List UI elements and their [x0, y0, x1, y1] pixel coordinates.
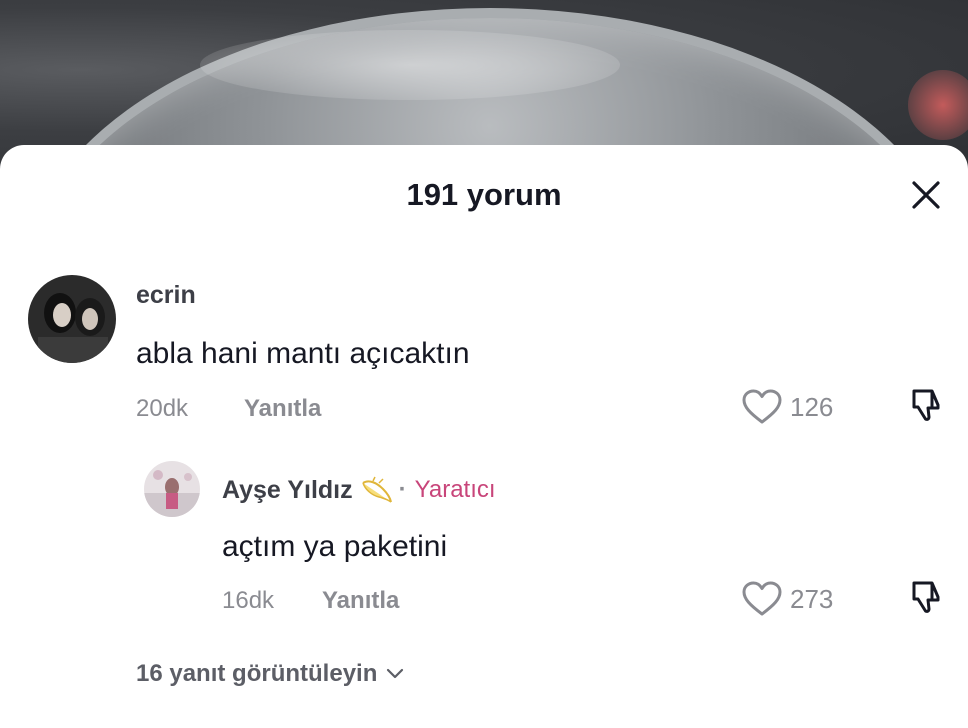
reply-timestamp: 16dk: [222, 587, 275, 614]
dislike-icon: [912, 389, 940, 421]
view-replies-label: 16 yanıt görüntüleyin: [136, 660, 378, 687]
dislike-icon: [912, 581, 940, 613]
reply-button[interactable]: Yanıtla: [322, 587, 399, 615]
separator-dot: ·: [398, 476, 407, 503]
dislike-button[interactable]: [908, 387, 944, 423]
like-button[interactable]: 273: [742, 581, 833, 617]
reply-button[interactable]: Yanıtla: [244, 395, 321, 423]
comments-sheet: 191 yorum ecrin abla hani mantı açıcaktı…: [0, 145, 968, 728]
creator-badge: Yaratıcı: [414, 476, 496, 503]
reply-username[interactable]: Ayşe Yıldız: [222, 476, 353, 505]
comment-username[interactable]: ecrin: [136, 281, 196, 310]
view-replies-button[interactable]: 16 yanıt görüntüleyin: [136, 660, 405, 688]
pot-shine: [200, 30, 620, 100]
like-count: 273: [790, 583, 834, 614]
reply-text: açtım ya paketini: [222, 530, 448, 563]
comment-item: ecrin abla hani mantı açıcaktın 20dk Yan…: [0, 145, 968, 445]
avatar[interactable]: [144, 461, 200, 517]
chevron-down-icon: [387, 668, 404, 679]
reply-username-row: Ayşe Yıldız · Yaratıcı: [222, 475, 496, 505]
emoji-icon: [361, 476, 392, 503]
reply-item: Ayşe Yıldız · Yaratıcı açtım ya paketini…: [0, 445, 968, 635]
background-red-object: [908, 70, 968, 140]
comment-text: abla hani mantı açıcaktın: [136, 337, 470, 370]
avatar[interactable]: [28, 275, 116, 363]
heart-icon: [742, 581, 782, 616]
dislike-button[interactable]: [908, 579, 944, 615]
like-count: 126: [790, 391, 834, 422]
like-button[interactable]: 126: [742, 389, 833, 425]
avatar-image: [28, 275, 116, 363]
avatar-image: [144, 461, 200, 517]
comment-timestamp: 20dk: [136, 395, 189, 422]
heart-icon: [742, 389, 782, 424]
